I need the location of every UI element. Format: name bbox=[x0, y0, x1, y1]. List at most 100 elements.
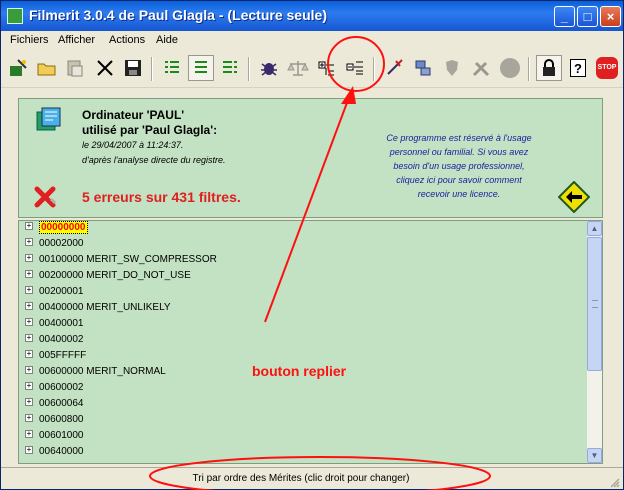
cut-button[interactable] bbox=[92, 55, 118, 81]
shield-icon bbox=[446, 60, 458, 76]
expand-tree-button[interactable] bbox=[314, 55, 340, 81]
tree-row[interactable]: +00400001 bbox=[25, 317, 84, 333]
paste-button[interactable] bbox=[62, 55, 88, 81]
license-line: besoin d'un usage professionnel, bbox=[393, 161, 525, 171]
balance-button[interactable] bbox=[285, 55, 311, 81]
save-button[interactable] bbox=[120, 55, 146, 81]
cut-icon bbox=[97, 60, 113, 76]
tree-row[interactable]: +00640000 bbox=[25, 445, 84, 461]
expand-icon[interactable]: + bbox=[25, 414, 33, 423]
debug-button[interactable] bbox=[256, 55, 282, 81]
menu-fichiers[interactable]: Fichiers bbox=[10, 34, 49, 46]
tree-row-name: MERIT_SW_COMPRESSOR bbox=[86, 254, 217, 265]
maximize-button[interactable]: □ bbox=[577, 6, 598, 27]
expand-icon[interactable]: + bbox=[25, 302, 33, 311]
error-x-icon bbox=[34, 186, 57, 208]
help-button[interactable]: ? bbox=[565, 55, 591, 81]
vertical-scrollbar[interactable]: ▲ ▼ bbox=[587, 221, 602, 463]
tree-row[interactable]: +00600800 bbox=[25, 413, 84, 429]
balance-icon bbox=[287, 61, 309, 76]
stop-icon: STOP bbox=[596, 57, 618, 79]
open-button[interactable] bbox=[34, 55, 60, 81]
network-button[interactable] bbox=[410, 55, 436, 81]
tree-row[interactable]: +00400000 MERIT_UNLIKELY bbox=[25, 301, 171, 317]
resize-grip-icon[interactable] bbox=[608, 476, 620, 488]
tree-row-name: MERIT_NORMAL bbox=[86, 366, 166, 377]
tree-row-code: 00600800 bbox=[39, 414, 84, 425]
tree-row-code: 00200001 bbox=[39, 286, 84, 297]
list-view-pressed-icon bbox=[195, 61, 207, 73]
title-bar[interactable]: Filmerit 3.0.4 de Paul Glagla - (Lecture… bbox=[1, 1, 623, 31]
expand-icon[interactable]: + bbox=[25, 318, 33, 327]
license-line: personnel ou familial. Si vous avez bbox=[389, 147, 529, 157]
expand-icon[interactable]: + bbox=[25, 446, 33, 455]
expand-icon[interactable]: + bbox=[25, 254, 33, 263]
tools-button[interactable] bbox=[468, 55, 494, 81]
license-link[interactable]: Ce programme est réservé à l'usage perso… bbox=[359, 131, 559, 201]
tree-row[interactable]: +005FFFFF bbox=[25, 349, 86, 365]
list-view-icon bbox=[165, 61, 179, 73]
expand-icon[interactable]: + bbox=[25, 286, 33, 295]
tree-row[interactable]: +00100000 MERIT_SW_COMPRESSOR bbox=[25, 253, 217, 269]
collapse-tree-icon bbox=[346, 61, 363, 75]
tree-row-code: 005FFFFF bbox=[39, 350, 87, 361]
status-bar[interactable]: Tri par ordre des Mérites (clic droit po… bbox=[1, 467, 623, 489]
tree-row[interactable]: +00600064 bbox=[25, 397, 84, 413]
analysis-date: le 29/04/2007 à 11:24:37. bbox=[82, 140, 184, 150]
expand-icon[interactable]: + bbox=[25, 222, 33, 231]
minimize-button[interactable]: _ bbox=[554, 6, 575, 27]
close-button[interactable]: × bbox=[600, 6, 621, 27]
expand-icon[interactable]: + bbox=[25, 430, 33, 439]
collapse-tree-button[interactable] bbox=[342, 55, 368, 81]
tree-row[interactable]: +00400002 bbox=[25, 333, 84, 349]
help-icon: ? bbox=[570, 59, 586, 77]
menu-actions[interactable]: Actions bbox=[109, 34, 145, 46]
toolbar-separator bbox=[151, 57, 153, 81]
wizard-button[interactable] bbox=[5, 55, 31, 81]
scroll-thumb[interactable] bbox=[587, 237, 602, 371]
toolbar-separator bbox=[248, 57, 250, 81]
network-icon bbox=[415, 60, 431, 76]
tools-icon bbox=[472, 61, 490, 77]
dart-button[interactable] bbox=[381, 55, 407, 81]
scroll-down-button[interactable]: ▼ bbox=[587, 448, 602, 463]
dart-icon bbox=[387, 59, 403, 75]
menu-aide[interactable]: Aide bbox=[156, 34, 178, 46]
tree-row-code: 00200000 bbox=[39, 270, 84, 281]
expand-icon[interactable]: + bbox=[25, 238, 33, 247]
view-list-button[interactable] bbox=[159, 55, 185, 81]
status-text: Tri par ordre des Mérites (clic droit po… bbox=[192, 473, 410, 484]
license-line: cliquez ici pour savoir comment bbox=[396, 175, 522, 185]
tree-row-code: 00002000 bbox=[39, 238, 84, 249]
tree-row[interactable]: +00600002 bbox=[25, 381, 84, 397]
tree-row[interactable]: +00200001 bbox=[25, 285, 84, 301]
lock-icon bbox=[543, 59, 555, 76]
open-folder-icon bbox=[37, 63, 56, 76]
menu-afficher[interactable]: Afficher bbox=[58, 34, 95, 46]
back-arrow-icon[interactable] bbox=[558, 181, 590, 213]
view-list-alt-button[interactable] bbox=[217, 55, 243, 81]
tree-row[interactable]: +00600000 MERIT_NORMAL bbox=[25, 365, 166, 381]
tree-row[interactable]: +00000000 bbox=[25, 221, 88, 237]
expand-icon[interactable]: + bbox=[25, 398, 33, 407]
annotation-label: bouton replier bbox=[252, 363, 347, 379]
tree-row[interactable]: +00200000 MERIT_DO_NOT_USE bbox=[25, 269, 191, 285]
expand-icon[interactable]: + bbox=[25, 270, 33, 279]
expand-icon[interactable]: + bbox=[25, 366, 33, 375]
expand-icon[interactable]: + bbox=[25, 350, 33, 359]
stop-button[interactable]: STOP bbox=[594, 55, 620, 81]
view-list-pressed-button[interactable] bbox=[188, 55, 214, 81]
expand-icon[interactable]: + bbox=[25, 334, 33, 343]
tree-row-code: 00600064 bbox=[39, 398, 84, 409]
tree-row[interactable]: +00002000 bbox=[25, 237, 84, 253]
error-summary: 5 erreurs sur 431 filtres. bbox=[82, 189, 241, 205]
tree-row-code: 00640000 bbox=[39, 446, 84, 457]
tree-row-code: 00400002 bbox=[39, 334, 84, 345]
scroll-up-button[interactable]: ▲ bbox=[587, 221, 602, 236]
disc-button[interactable] bbox=[497, 55, 523, 81]
shield-button[interactable] bbox=[439, 55, 465, 81]
merit-tree[interactable]: +00000000 +00002000 +00100000 MERIT_SW_C… bbox=[18, 220, 603, 464]
expand-icon[interactable]: + bbox=[25, 382, 33, 391]
tree-row[interactable]: +00601000 bbox=[25, 429, 84, 445]
lock-button[interactable] bbox=[536, 55, 562, 81]
